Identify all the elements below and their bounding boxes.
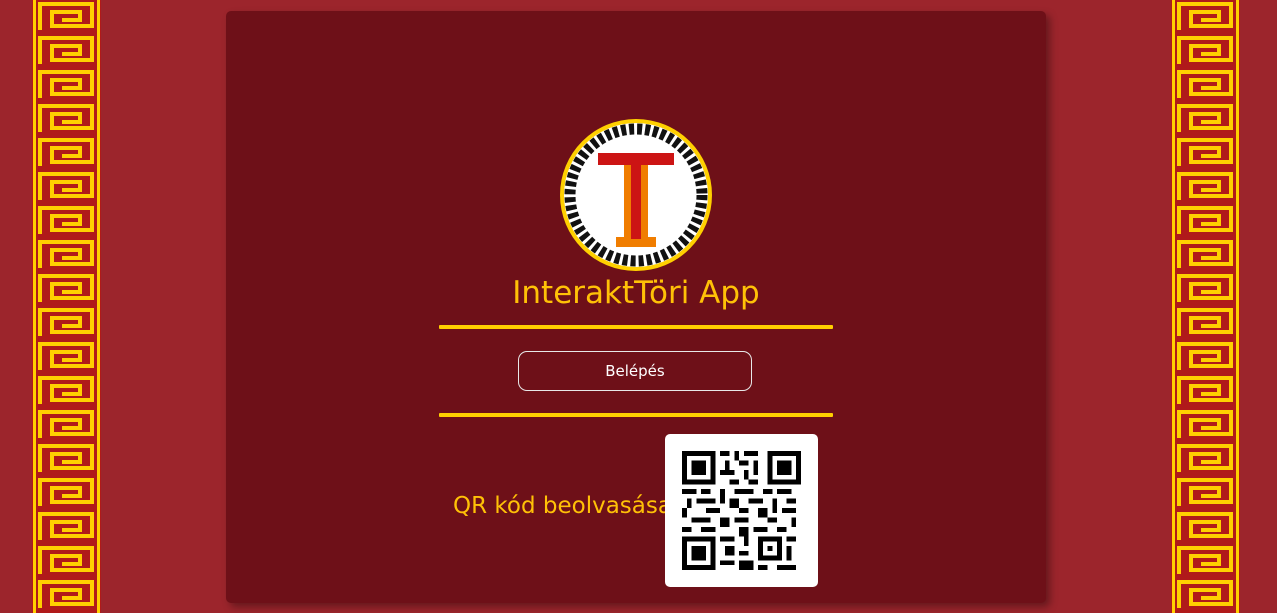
qr-scan-label: QR kód beolvasása: bbox=[453, 493, 680, 519]
greek-key-pattern-left bbox=[32, 0, 101, 613]
greek-key-border-right bbox=[1171, 0, 1240, 613]
qr-code[interactable] bbox=[665, 434, 818, 587]
divider-bottom bbox=[439, 413, 833, 417]
greek-key-border-left bbox=[32, 0, 101, 613]
qr-code-icon bbox=[682, 451, 801, 570]
divider-top bbox=[439, 325, 833, 329]
greek-key-pattern-right bbox=[1171, 0, 1240, 613]
login-button[interactable]: Belépés bbox=[518, 351, 752, 391]
column-t-logo-icon bbox=[560, 119, 712, 271]
app-title: InteraktTöri App bbox=[512, 275, 760, 311]
login-card: InteraktTöri App Belépés QR kód beolvasá… bbox=[226, 11, 1046, 603]
